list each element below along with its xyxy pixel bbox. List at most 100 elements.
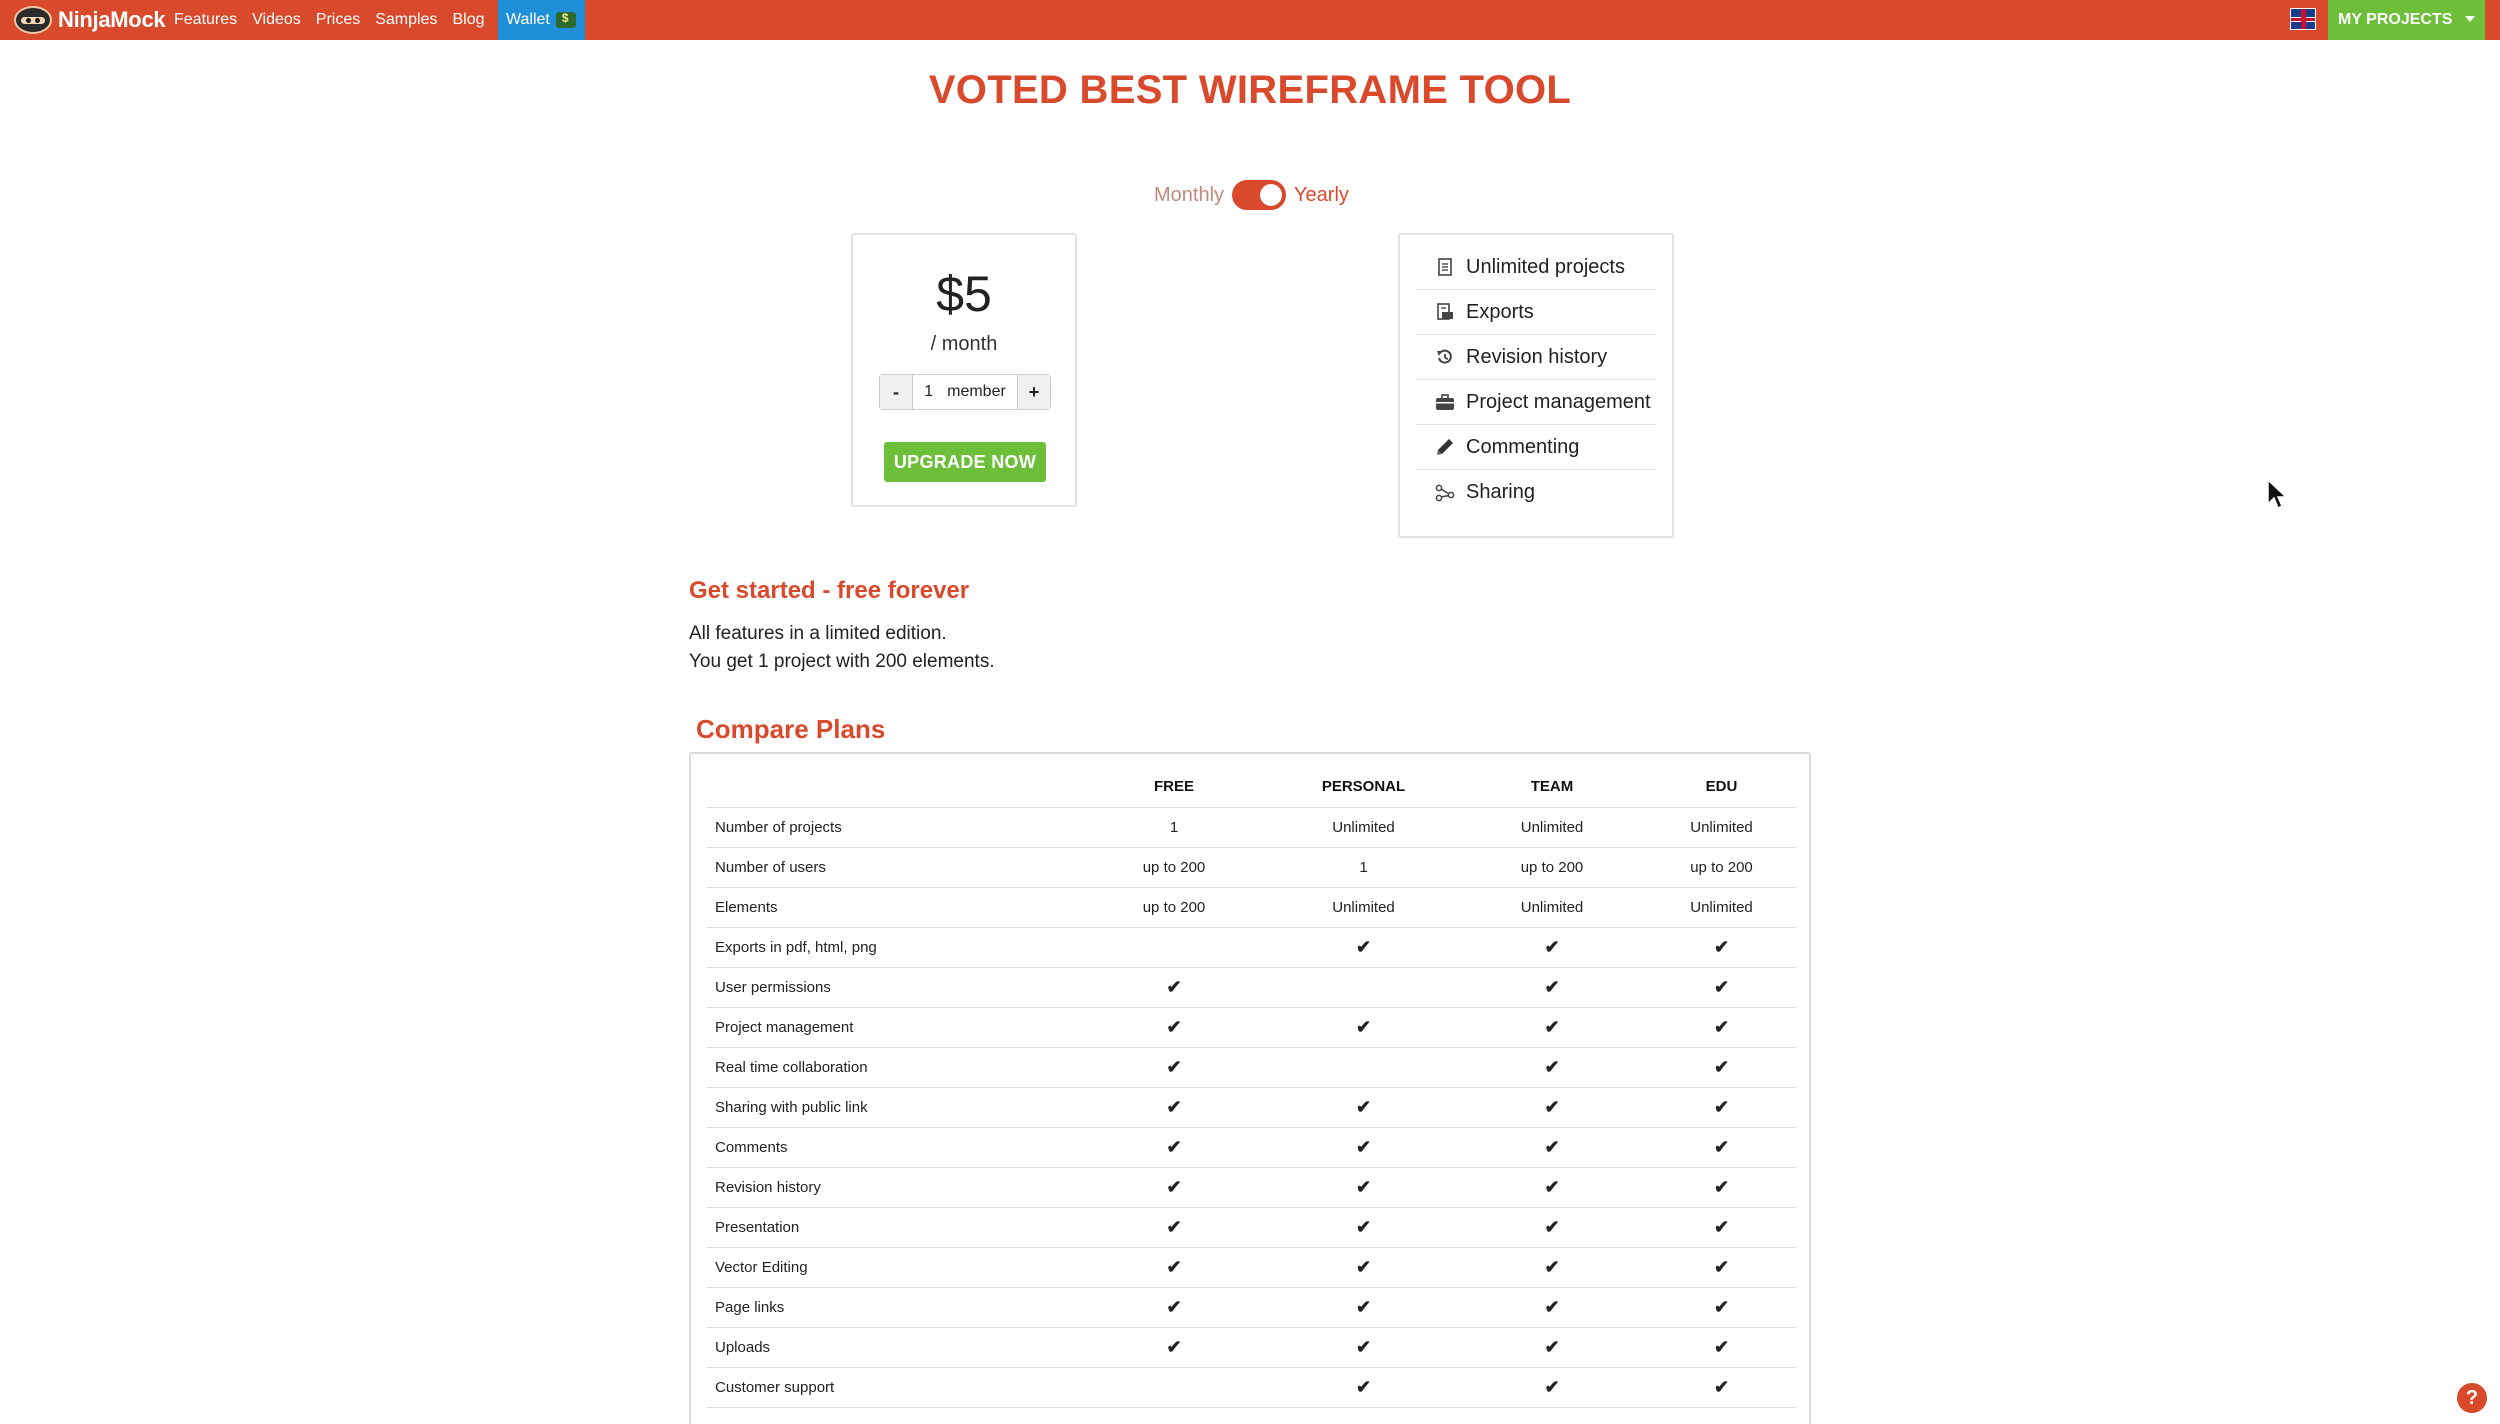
checkmark-icon: ✔ xyxy=(1647,1247,1796,1288)
nav-features[interactable]: Features xyxy=(174,11,237,29)
checkmark-icon: ✔ xyxy=(1647,1327,1796,1368)
row-label: Revision history xyxy=(707,1167,1078,1208)
column-header-team: TEAM xyxy=(1457,767,1647,808)
table-cell: Unlimited xyxy=(1270,807,1457,848)
table-row: Number of users up to 200 1 up to 200 up to … xyxy=(707,847,1796,888)
checkmark-icon: ✔ xyxy=(1270,1127,1457,1168)
feature-label: Revision history xyxy=(1466,345,1608,368)
column-header-free: FREE xyxy=(1078,767,1270,808)
checkmark-icon: ✔ xyxy=(1647,1127,1796,1168)
uk-flag-icon[interactable] xyxy=(2290,8,2316,30)
checkmark-icon: ✔ xyxy=(1270,1247,1457,1288)
nav-prices[interactable]: Prices xyxy=(316,11,360,29)
checkmark-icon: ✔ xyxy=(1457,1167,1647,1208)
free-section-title: Get started - free forever xyxy=(689,577,970,604)
feature-unlimited-projects: Unlimited projects xyxy=(1416,245,1656,290)
feature-label: Commenting xyxy=(1466,435,1580,458)
table-row: Elements up to 200 Unlimited Unlimited Unlim… xyxy=(707,887,1796,928)
table-row: Exports in pdf, html, png ✔ ✔ ✔ xyxy=(707,927,1796,968)
checkmark-icon: ✔ xyxy=(1078,1007,1270,1048)
checkmark-icon: ✔ xyxy=(1457,1367,1647,1408)
table-row: Sharing with public link ✔ ✔ ✔ ✔ xyxy=(707,1087,1796,1128)
my-projects-button[interactable]: MY PROJECTS xyxy=(2328,0,2485,40)
member-count: 1 xyxy=(924,383,934,400)
feature-commenting: Commenting xyxy=(1416,425,1656,470)
table-cell: 1 xyxy=(1078,807,1270,848)
feature-label: Unlimited projects xyxy=(1466,255,1625,278)
row-label: Customer support xyxy=(707,1367,1078,1408)
row-label: Project management xyxy=(707,1007,1078,1048)
table-header-row: FREE PERSONAL TEAM EDU xyxy=(707,767,1796,808)
checkmark-icon: ✔ xyxy=(1270,1087,1457,1128)
row-label: Sharing with public link xyxy=(707,1087,1078,1128)
feature-list-card: Unlimited projects Exports Revision hist… xyxy=(1398,233,1674,538)
feature-label: Project management xyxy=(1466,390,1651,413)
billing-switch[interactable] xyxy=(1232,180,1287,210)
checkmark-icon: ✔ xyxy=(1647,967,1796,1008)
nav-samples[interactable]: Samples xyxy=(375,11,437,29)
checkmark-icon: ✔ xyxy=(1270,1167,1457,1208)
nav-blog[interactable]: Blog xyxy=(452,11,484,29)
checkmark-icon: ✔ xyxy=(1457,1207,1647,1248)
price-card: $5 / month - 1 member + UPGRADE NOW xyxy=(851,233,1077,507)
table-cell: up to 200 xyxy=(1078,847,1270,888)
feature-label: Exports xyxy=(1466,300,1534,323)
checkmark-icon: ✔ xyxy=(1078,1087,1270,1128)
checkmark-icon: ✔ xyxy=(1457,1087,1647,1128)
checkmark-icon: ✔ xyxy=(1457,927,1647,968)
ninja-logo-icon xyxy=(14,6,52,34)
table-row: Presentation ✔ ✔ ✔ ✔ xyxy=(707,1207,1796,1248)
row-label: Page links xyxy=(707,1287,1078,1328)
checkmark-icon: ✔ xyxy=(1078,1127,1270,1168)
feature-project-management: Project management xyxy=(1416,380,1656,425)
checkmark-icon: ✔ xyxy=(1270,1327,1457,1368)
checkmark-icon: ✔ xyxy=(1457,1247,1647,1288)
checkmark-icon: ✔ xyxy=(1457,1327,1647,1368)
checkmark-icon: ✔ xyxy=(1647,1367,1796,1408)
mouse-cursor-icon xyxy=(2266,478,2288,510)
table-row: Revision history ✔ ✔ ✔ ✔ xyxy=(707,1167,1796,1208)
feature-label: Sharing xyxy=(1466,481,1535,503)
monthly-label[interactable]: Monthly xyxy=(1154,184,1224,207)
free-description-line: You get 1 project with 200 elements. xyxy=(689,651,995,672)
table-row: Vector Editing ✔ ✔ ✔ ✔ xyxy=(707,1247,1796,1288)
table-cell xyxy=(1078,927,1270,968)
logo[interactable]: NinjaMock xyxy=(14,5,166,35)
table-row: Page links ✔ ✔ ✔ ✔ xyxy=(707,1287,1796,1328)
table-cell: Unlimited xyxy=(1647,887,1796,928)
checkmark-icon: ✔ xyxy=(1647,1087,1796,1128)
yearly-label[interactable]: Yearly xyxy=(1294,184,1349,207)
row-label: Uploads xyxy=(707,1327,1078,1368)
checkmark-icon: ✔ xyxy=(1270,1007,1457,1048)
my-projects-label: MY PROJECTS xyxy=(2338,11,2453,28)
column-header-personal: PERSONAL xyxy=(1270,767,1457,808)
nav-wallet[interactable]: Wallet xyxy=(498,0,585,40)
checkmark-icon: ✔ xyxy=(1647,1207,1796,1248)
table-cell: Unlimited xyxy=(1457,807,1647,848)
table-row: Real time collaboration ✔ ✔ ✔ xyxy=(707,1047,1796,1088)
row-label: Vector Editing xyxy=(707,1247,1078,1288)
table-row: Uploads ✔ ✔ ✔ ✔ xyxy=(707,1327,1796,1368)
export-icon xyxy=(1434,302,1456,322)
billing-toggle: Monthly Yearly xyxy=(1154,178,1349,212)
row-label: Exports in pdf, html, png xyxy=(707,927,1078,968)
table-cell: up to 200 xyxy=(1647,847,1796,888)
wallet-label: Wallet xyxy=(506,11,550,28)
help-button[interactable]: ? xyxy=(2457,1383,2487,1413)
member-count-input[interactable]: 1 member xyxy=(913,375,1017,409)
table-row: Number of projects 1 Unlimited Unlimited Unl… xyxy=(707,807,1796,848)
checkmark-icon: ✔ xyxy=(1647,1287,1796,1328)
free-description-line: All features in a limited edition. xyxy=(689,623,947,644)
pencil-icon xyxy=(1434,437,1456,457)
row-label: Presentation xyxy=(707,1207,1078,1248)
increase-members-button[interactable]: + xyxy=(1017,375,1050,409)
checkmark-icon: ✔ xyxy=(1078,1327,1270,1368)
feature-sharing: Sharing xyxy=(1416,470,1656,515)
nav-videos[interactable]: Videos xyxy=(252,11,301,29)
table-cell: up to 200 xyxy=(1078,887,1270,928)
decrease-members-button[interactable]: - xyxy=(880,375,913,409)
checkmark-icon: ✔ xyxy=(1078,1287,1270,1328)
checkmark-icon: ✔ xyxy=(1270,1207,1457,1248)
upgrade-now-button[interactable]: UPGRADE NOW xyxy=(884,442,1046,482)
checkmark-icon: ✔ xyxy=(1457,1287,1647,1328)
